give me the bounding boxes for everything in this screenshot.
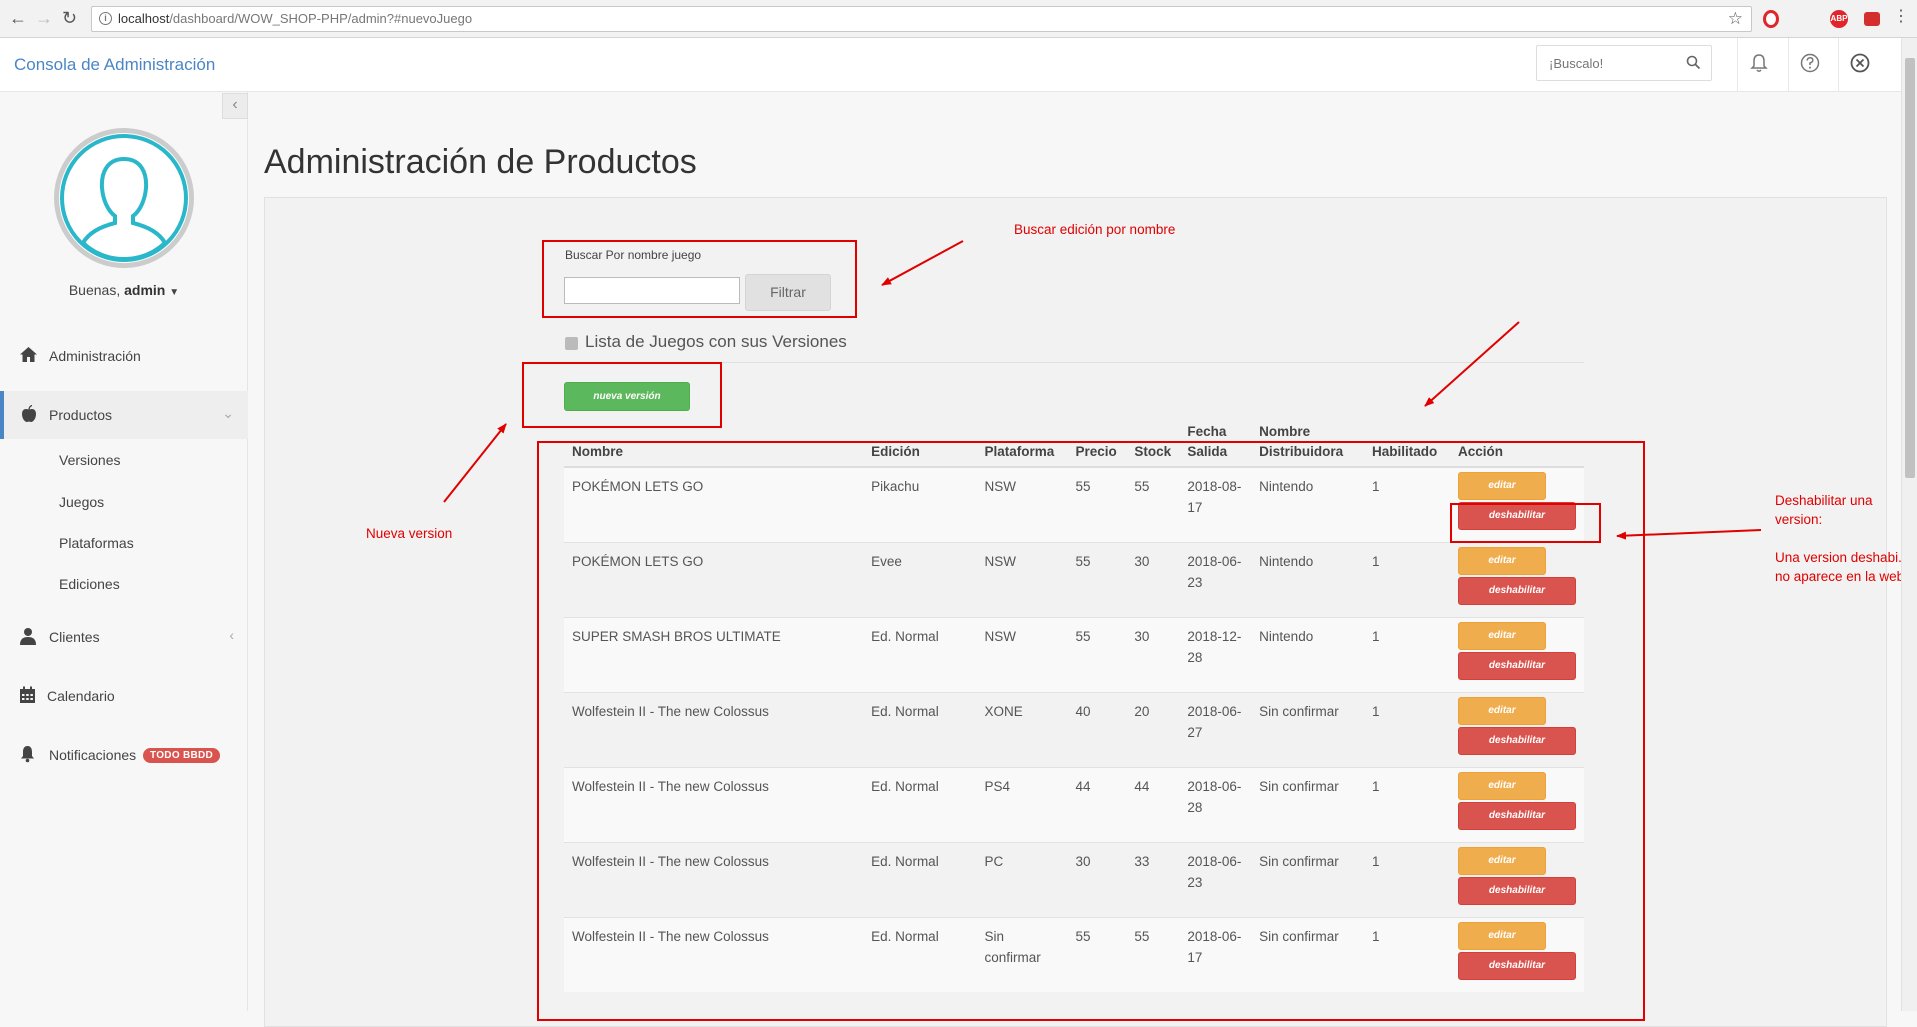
username: admin — [124, 282, 166, 298]
annotation-new-version-text: Nueva version — [366, 526, 453, 541]
bookmark-star-icon[interactable]: ☆ — [1728, 7, 1743, 31]
sidebar-item-label: Calendario — [47, 688, 115, 704]
home-icon — [19, 346, 38, 366]
annotation-disable-text: no aparece en la web — [1775, 569, 1905, 584]
apple-icon — [21, 404, 37, 426]
list-checkbox[interactable] — [565, 337, 578, 350]
notification-badge: TODO BBDD — [143, 748, 221, 763]
header-divider — [1737, 38, 1738, 92]
reload-icon[interactable]: ↻ — [62, 8, 77, 28]
scrollbar-thumb[interactable] — [1905, 58, 1915, 478]
extension-flag-icon[interactable] — [1864, 12, 1880, 26]
sidebar-collapse-button[interactable]: ‹ — [222, 93, 248, 119]
sidebar-item-label: Administración — [49, 348, 141, 364]
annotation-search-text: Buscar edición por nombre — [1014, 222, 1176, 237]
back-icon[interactable]: ← — [9, 8, 27, 28]
sidebar-item-label: Notificaciones — [49, 747, 137, 763]
browser-toolbar: ← → ↻ i localhost/dashboard/WOW_SHOP-PHP… — [0, 0, 1917, 38]
sidebar-item-notificaciones[interactable]: Notificaciones TODO BBDD — [0, 731, 248, 779]
page-scrollbar[interactable] — [1901, 38, 1917, 1011]
header-divider — [1788, 38, 1789, 92]
header-divider — [1838, 38, 1839, 92]
sidebar-item-label: Clientes — [49, 629, 100, 645]
annotation-box-disable — [1450, 503, 1601, 543]
avatar — [54, 128, 194, 268]
sidebar-subitem-versiones[interactable]: Versiones — [59, 452, 120, 468]
url-host: localhost — [118, 11, 170, 26]
header-search — [1536, 45, 1712, 81]
annotation-box-filter — [542, 240, 857, 318]
sidebar-item-administracion[interactable]: Administración — [0, 332, 248, 380]
greeting-prefix: Buenas, — [68, 282, 121, 298]
bell-icon — [19, 745, 36, 766]
user-icon — [19, 627, 37, 648]
chevron-down-icon: ⌄ — [222, 405, 234, 421]
close-circle-icon[interactable] — [1850, 53, 1870, 78]
list-title: Lista de Juegos con sus Versiones — [585, 332, 847, 351]
sidebar-subitem-plataformas[interactable]: Plataformas — [59, 535, 134, 551]
opera-icon[interactable] — [1763, 10, 1779, 28]
sidebar-item-label: Productos — [49, 407, 113, 423]
sidebar-subitem-juegos[interactable]: Juegos — [59, 494, 104, 510]
bell-icon[interactable] — [1750, 53, 1768, 78]
calendar-icon — [19, 686, 36, 707]
annotation-disable-text: version: — [1775, 512, 1823, 527]
annotation-disable-text: Una version deshabi. — [1775, 550, 1902, 565]
sidebar-item-clientes[interactable]: Clientes ‹ — [0, 613, 248, 661]
annotation-disable-text: Deshabilitar una — [1775, 493, 1873, 508]
forward-icon[interactable]: → — [35, 8, 53, 28]
user-greeting[interactable]: Buenas, admin ▼ — [0, 282, 248, 298]
annotation-box-new-version — [522, 362, 722, 428]
adblock-icon[interactable]: ABP — [1830, 10, 1848, 28]
sidebar-item-productos[interactable]: Productos ⌄ — [0, 391, 248, 439]
brand-title[interactable]: Consola de Administración — [14, 55, 215, 75]
sidebar-item-calendario[interactable]: Calendario — [0, 672, 248, 720]
page-title: Administración de Productos — [264, 143, 697, 181]
chevron-left-icon: ‹ — [229, 627, 234, 643]
app-header: Consola de Administración — [0, 38, 1917, 92]
address-bar[interactable]: i localhost/dashboard/WOW_SHOP-PHP/admin… — [91, 6, 1752, 32]
url-path: /dashboard/WOW_SHOP-PHP/admin?#nuevoJueg… — [169, 11, 473, 26]
search-input[interactable] — [1537, 46, 1677, 80]
help-icon[interactable] — [1800, 53, 1820, 78]
browser-menu-icon[interactable]: ⋮ — [1893, 7, 1909, 27]
sidebar-subitem-ediciones[interactable]: Ediciones — [59, 576, 120, 592]
caret-down-icon: ▼ — [169, 287, 180, 298]
info-icon[interactable]: i — [99, 12, 112, 25]
sidebar: ‹ Buenas, admin ▼ Administración Product… — [0, 92, 248, 1011]
search-icon[interactable] — [1686, 55, 1701, 75]
